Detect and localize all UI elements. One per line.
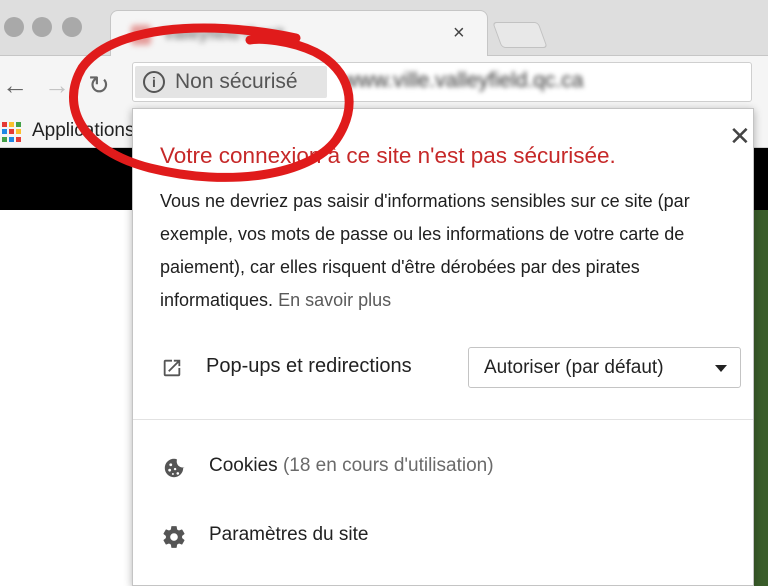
cookies-label: Cookies (18 en cours d'utilisation) (209, 455, 494, 477)
cookies-count: (18 en cours d'utilisation) (282, 455, 494, 476)
security-status-label: Non sécurisé (175, 70, 298, 93)
new-tab-button[interactable] (492, 22, 548, 48)
cookies-row[interactable]: Cookies (18 en cours d'utilisation) (133, 445, 753, 489)
back-arrow-icon[interactable]: ← (2, 70, 28, 100)
permission-row-popups: Pop-ups et redirections Autoriser (par d… (133, 345, 753, 391)
site-info-popup: ✕ Votre connexion à ce site n'est pas sé… (132, 108, 754, 586)
tab-close-icon[interactable]: × (453, 22, 465, 45)
chevron-down-icon (715, 365, 727, 372)
gear-icon (163, 526, 185, 548)
url-text[interactable]: www.ville.valleyfield.qc.ca (343, 69, 583, 93)
tab-favicon-icon (131, 25, 151, 45)
bookmark-apps[interactable]: Applications (32, 120, 134, 142)
title-bar: Valleyfield Capit × (0, 0, 768, 57)
site-settings-row[interactable]: Paramètres du site (133, 514, 753, 558)
address-bar[interactable]: i Non sécurisé www.ville.valleyfield.qc.… (132, 62, 752, 102)
warning-body-text: Vous ne devriez pas saisir d'information… (160, 191, 690, 310)
security-chip[interactable]: i Non sécurisé (135, 66, 327, 98)
connection-warning-title: Votre connexion à ce site n'est pas sécu… (160, 143, 616, 168)
window-minimize-dot[interactable] (32, 17, 52, 37)
cookies-title: Cookies (209, 455, 278, 476)
divider (133, 419, 753, 420)
apps-grid-icon[interactable] (2, 122, 22, 142)
site-settings-label: Paramètres du site (209, 524, 369, 545)
forward-arrow-icon[interactable]: → (44, 70, 70, 100)
window-zoom-dot[interactable] (62, 17, 82, 37)
select-value: Autoriser (par défaut) (484, 357, 664, 378)
connection-warning-body: Vous ne devriez pas saisir d'information… (160, 185, 745, 317)
info-icon: i (143, 71, 165, 93)
popups-permission-select[interactable]: Autoriser (par défaut) (468, 347, 741, 388)
close-icon[interactable]: ✕ (729, 123, 751, 149)
external-link-icon (163, 359, 181, 377)
page-content-edge (752, 210, 768, 586)
reload-icon[interactable]: ↻ (88, 70, 110, 100)
cookie-icon (164, 458, 185, 478)
learn-more-link[interactable]: En savoir plus (278, 290, 391, 310)
tab-title: Valleyfield Capit (163, 24, 284, 43)
permission-label: Pop-ups et redirections (206, 355, 412, 377)
active-tab[interactable]: Valleyfield Capit × (110, 10, 488, 57)
window-close-dot[interactable] (4, 17, 24, 37)
